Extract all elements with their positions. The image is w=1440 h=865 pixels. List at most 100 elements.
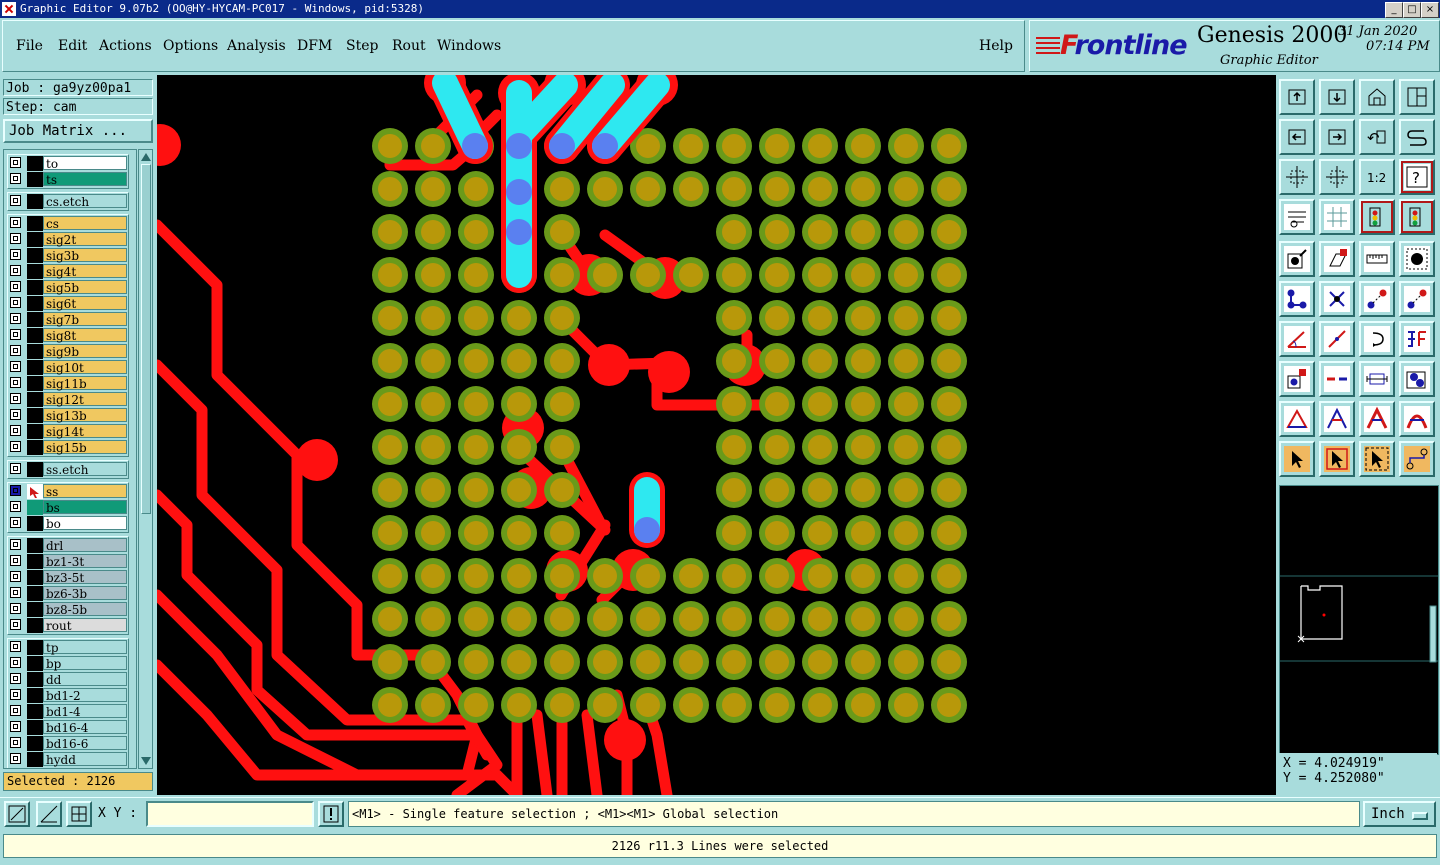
layer-name[interactable]: cs <box>43 216 127 231</box>
layer-row-hydd[interactable]: hydd <box>7 752 129 767</box>
layer-row-tp[interactable]: tp <box>7 640 129 655</box>
layer-name[interactable]: tp <box>43 640 127 655</box>
menu-actions[interactable]: Actions <box>99 38 152 54</box>
scroll-thumb[interactable] <box>141 164 151 514</box>
layer-name[interactable]: cs.etch <box>43 194 127 209</box>
graphic-canvas[interactable] <box>157 75 1276 795</box>
measure-tool-button[interactable] <box>1359 361 1395 397</box>
text-tool-button[interactable] <box>1399 321 1435 357</box>
layer-checkbox[interactable] <box>10 233 21 244</box>
layer-row-bz8-5b[interactable]: bz8-5b <box>7 602 129 617</box>
select-net-tool-button[interactable] <box>1399 441 1435 477</box>
layer-row-bd16-4[interactable]: bd16-4 <box>7 720 129 735</box>
layer-row-bo[interactable]: bo <box>7 516 129 531</box>
layer-checkbox[interactable] <box>10 157 21 168</box>
layer-name[interactable]: bd16-4 <box>43 720 127 735</box>
maximize-button[interactable]: □ <box>1403 2 1421 18</box>
layer-checkbox[interactable] <box>10 603 21 614</box>
layer-name[interactable]: sig14t <box>43 424 127 439</box>
layer-row-sig3b[interactable]: sig3b <box>7 248 129 263</box>
layer-name[interactable]: rout <box>43 618 127 633</box>
triangle-tool-button[interactable] <box>1279 401 1315 437</box>
add-pad-tool-button[interactable] <box>1279 241 1315 277</box>
layer-name[interactable]: sig11b <box>43 376 127 391</box>
line-angle-tool-button[interactable] <box>1279 321 1315 357</box>
select-box-tool-button[interactable] <box>1319 441 1355 477</box>
layer-state[interactable] <box>27 424 43 439</box>
layer-name[interactable]: sig3b <box>43 248 127 263</box>
sync-tool-button[interactable] <box>1399 119 1435 155</box>
layer-state[interactable] <box>27 392 43 407</box>
layer-name[interactable]: bd1-4 <box>43 704 127 719</box>
layer-row-bz6-3b[interactable]: bz6-3b <box>7 586 129 601</box>
layer-state[interactable] <box>27 602 43 617</box>
layer-checkbox[interactable] <box>10 409 21 420</box>
pcb-view[interactable] <box>157 75 1276 795</box>
layer-row-bp[interactable]: bp <box>7 656 129 671</box>
layer-name[interactable]: sig10t <box>43 360 127 375</box>
layer-row-sig13b[interactable]: sig13b <box>7 408 129 423</box>
menu-file[interactable]: File <box>16 38 43 54</box>
layer-name[interactable]: bz6-3b <box>43 586 127 601</box>
layer-row-sig8t[interactable]: sig8t <box>7 328 129 343</box>
layer-name[interactable]: dd <box>43 672 127 687</box>
layer-row-ss[interactable]: ss <box>7 484 129 499</box>
right-tool-button[interactable] <box>1319 119 1355 155</box>
layer-checkbox[interactable] <box>10 329 21 340</box>
layer-name[interactable]: ss.etch <box>43 462 127 477</box>
menu-help[interactable]: Help <box>979 38 1013 54</box>
move-tool-button[interactable] <box>1359 281 1395 317</box>
layer-checkbox[interactable] <box>10 657 21 668</box>
layer-state[interactable] <box>27 720 43 735</box>
layer-state[interactable] <box>27 570 43 585</box>
layer-row-bz3-5t[interactable]: bz3-5t <box>7 570 129 585</box>
layer-name[interactable]: bz8-5b <box>43 602 127 617</box>
layer-row-sig12t[interactable]: sig12t <box>7 392 129 407</box>
layer-checkbox[interactable] <box>10 587 21 598</box>
layer-checkbox[interactable] <box>10 173 21 184</box>
layer-checkbox[interactable] <box>10 485 21 496</box>
layer-checkbox[interactable] <box>10 737 21 748</box>
layer-name[interactable]: sig8t <box>43 328 127 343</box>
menu-dfm[interactable]: DFM <box>297 38 332 54</box>
connect-tool-button[interactable] <box>1279 281 1315 317</box>
layer-name[interactable]: to <box>43 156 127 171</box>
properties-tool-button[interactable] <box>1279 199 1315 235</box>
layer-state[interactable] <box>27 440 43 455</box>
layer-state[interactable] <box>27 640 43 655</box>
flash-tool-button[interactable] <box>1319 401 1355 437</box>
layer-state[interactable] <box>27 736 43 751</box>
layer-state[interactable] <box>27 704 43 719</box>
layer-name[interactable]: bo <box>43 516 127 531</box>
layer-checkbox[interactable] <box>10 195 21 206</box>
layer-name[interactable]: sig13b <box>43 408 127 423</box>
layer-name[interactable]: bz1-3t <box>43 554 127 569</box>
layer-name[interactable]: sig7b <box>43 312 127 327</box>
layer-state[interactable] <box>27 360 43 375</box>
layer-checkbox[interactable] <box>10 377 21 388</box>
layer-state[interactable] <box>27 484 43 499</box>
layer-checkbox[interactable] <box>10 501 21 512</box>
pad-tool-button[interactable] <box>1399 241 1435 277</box>
layer-checkbox[interactable] <box>10 753 21 764</box>
scroll-up-icon[interactable] <box>141 153 151 161</box>
up-tool-button[interactable] <box>1279 79 1315 115</box>
layer-state[interactable] <box>27 296 43 311</box>
layer-state[interactable] <box>27 462 43 477</box>
layer-state[interactable] <box>27 156 43 171</box>
layer-name[interactable]: sig9b <box>43 344 127 359</box>
select-tool-button[interactable] <box>1279 441 1315 477</box>
layer-row-bz1-3t[interactable]: bz1-3t <box>7 554 129 569</box>
layer-name[interactable]: bd16-6 <box>43 736 127 751</box>
layer-name[interactable]: drl <box>43 538 127 553</box>
layer-checkbox[interactable] <box>10 641 21 652</box>
layer-checkbox[interactable] <box>10 297 21 308</box>
layer-row-rout[interactable]: rout <box>7 618 129 633</box>
layer-checkbox[interactable] <box>10 705 21 716</box>
layer-row-cs-etch[interactable]: cs.etch <box>7 194 129 209</box>
layer-row-to[interactable]: to <box>7 156 129 171</box>
snap-button[interactable] <box>36 801 62 827</box>
layer-state[interactable] <box>27 656 43 671</box>
layer-row-sig15b[interactable]: sig15b <box>7 440 129 455</box>
layer-name[interactable]: bp <box>43 656 127 671</box>
